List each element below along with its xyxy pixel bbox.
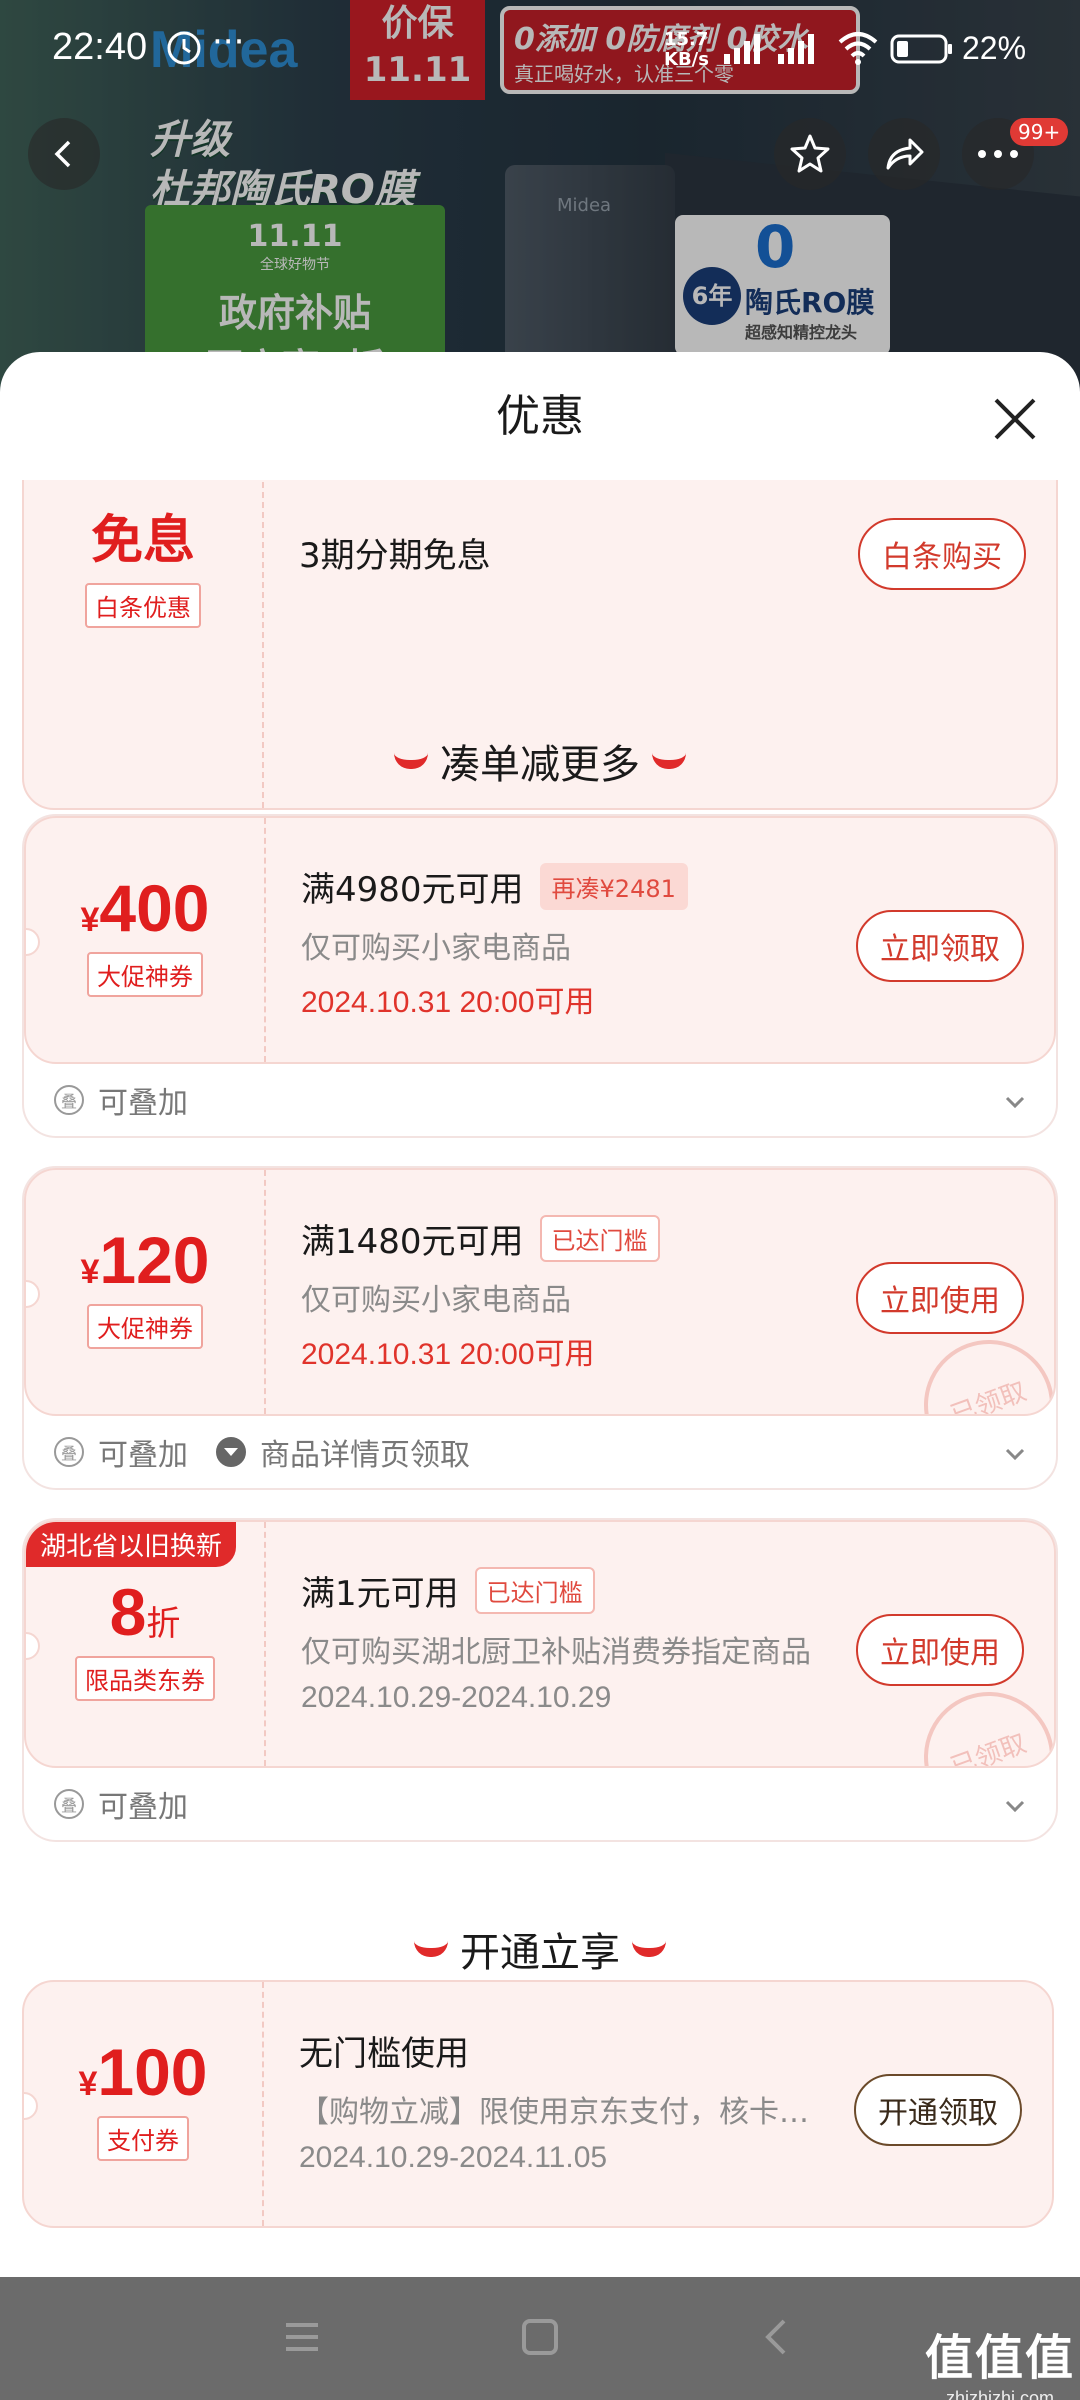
favorite-button[interactable]	[774, 118, 846, 190]
alarm-icon	[166, 30, 202, 70]
use-button[interactable]: 立即使用	[856, 1262, 1024, 1334]
coupon-list[interactable]: 免息 白条优惠 3期分期免息 白条购买 凑单减更多 ¥400 大促神券 满498…	[0, 480, 1080, 2277]
smile-decoration-icon	[394, 753, 428, 769]
coupon-card: ¥100 支付券 无门槛使用 【购物立减】限使用京东支付，核卡… 2024.10…	[22, 1980, 1058, 2228]
coupon-scope: 仅可购买小家电商品	[301, 1283, 571, 1318]
back-button[interactable]	[28, 118, 100, 190]
coupon-scope: 【购物立减】限使用京东支付，核卡…	[299, 2095, 809, 2130]
detail-page-icon	[216, 1437, 246, 1467]
stack-icon: 叠	[54, 1085, 84, 1115]
coupon-scope: 仅可购买湖北厨卫补贴消费券指定商品	[301, 1635, 811, 1670]
section-title-open-enjoy: 开通立享	[0, 1920, 1080, 1978]
back-nav-icon[interactable]	[756, 2317, 796, 2361]
stackable-label: 可叠加	[98, 1790, 188, 1825]
coupon-date: 2024.10.29-2024.11.05	[299, 2141, 608, 2174]
smile-decoration-icon	[632, 1941, 666, 1957]
coupon-date: 2024.10.31 20:00可用	[301, 1338, 595, 1371]
claimed-stamp: 已领取	[905, 1321, 1054, 1414]
coupon-card: 8折 限品类东券 湖北省以旧换新 满1元可用 已达门槛 仅可购买湖北厨卫补贴消费券…	[22, 1518, 1058, 1842]
coupon-footer[interactable]: 叠 可叠加 商品详情页领取	[24, 1416, 1056, 1488]
share-button[interactable]	[868, 118, 940, 190]
claim-button[interactable]: 立即领取	[856, 910, 1024, 982]
more-status-icon: ···	[212, 22, 245, 62]
chevron-left-icon	[54, 140, 71, 168]
stack-icon: 叠	[54, 1789, 84, 1819]
coupon-amount: 8折	[109, 1575, 181, 1649]
smile-decoration-icon	[414, 1941, 448, 1957]
coupon-amount: ¥100	[78, 2035, 208, 2109]
coupon-date: 2024.10.31 20:00可用	[301, 986, 595, 1019]
coupon-footer[interactable]: 叠 可叠加	[24, 1064, 1056, 1136]
coupon-card: ¥120 大促神券 满1480元可用 已达门槛 仅可购买小家电商品 2024.10…	[22, 1166, 1058, 1490]
coupon-tag: 限品类东券	[75, 1656, 215, 1701]
discount-sheet: 优惠 免息 白条优惠 3期分期免息 白条购买 凑单减更多 ¥400 大促神券 满…	[0, 352, 1080, 2277]
signal-icon-1	[722, 30, 766, 70]
stack-icon: 叠	[54, 1437, 84, 1467]
network-speed: 15.7 KB/s	[664, 29, 709, 70]
threshold-reached-pill: 已达门槛	[539, 1215, 660, 1262]
signal-icon-2	[776, 30, 820, 70]
notification-badge: 99+	[1010, 118, 1069, 146]
wifi-icon	[836, 30, 880, 70]
coupon-footer[interactable]: 叠 可叠加	[24, 1768, 1056, 1840]
watermark: 值值值 zhizhizhi.com	[925, 2330, 1076, 2400]
baitiao-desc: 3期分期免息	[299, 536, 491, 576]
trade-in-corner-tag: 湖北省以旧换新	[26, 1522, 237, 1567]
coupon-amount: ¥120	[80, 1223, 210, 1297]
coupon-body: ¥100 支付券 无门槛使用 【购物立减】限使用京东支付，核卡… 2024.10…	[22, 1980, 1054, 2228]
coupon-date: 2024.10.29-2024.10.29	[301, 1681, 612, 1714]
share-icon	[886, 138, 924, 170]
stackable-label: 可叠加	[98, 1438, 188, 1473]
close-icon	[994, 398, 1036, 440]
sheet-title: 优惠	[496, 391, 584, 442]
coupon-scope: 仅可购买小家电商品	[301, 931, 571, 966]
chevron-down-icon[interactable]	[1002, 1792, 1028, 1827]
clock: 22:40	[52, 26, 148, 68]
battery-percent: 22%	[962, 30, 1027, 66]
baitiao-amount: 免息	[90, 511, 195, 571]
claimed-stamp: 已领取	[905, 1673, 1054, 1766]
coupon-condition: 满1元可用	[301, 1574, 459, 1614]
section-title-more-discount: 凑单减更多	[0, 732, 1080, 790]
activate-claim-button[interactable]: 开通领取	[854, 2074, 1022, 2146]
baitiao-buy-button[interactable]: 白条购买	[858, 518, 1026, 590]
detail-page-claim-label: 商品详情页领取	[260, 1438, 470, 1473]
more-dots-icon	[978, 150, 1018, 158]
threshold-reached-pill: 已达门槛	[474, 1567, 595, 1614]
menu-icon[interactable]	[282, 2317, 322, 2361]
battery-icon	[890, 34, 954, 68]
coupon-tag: 大促神券	[87, 1304, 203, 1349]
coupon-tag: 支付券	[97, 2116, 189, 2161]
coupon-amount: ¥400	[80, 871, 210, 945]
close-button[interactable]	[980, 384, 1050, 454]
coupon-gap-pill: 再凑¥2481	[539, 863, 688, 910]
coupon-body: ¥120 大促神券 满1480元可用 已达门槛 仅可购买小家电商品 2024.10…	[24, 1168, 1056, 1416]
smile-decoration-icon	[652, 753, 686, 769]
status-bar: 22:40 ··· 15.7 KB/s 22%	[0, 0, 1080, 100]
system-nav-bar	[0, 2277, 1080, 2400]
coupon-tag: 大促神券	[87, 952, 203, 997]
home-icon[interactable]	[520, 2317, 560, 2361]
chevron-down-icon[interactable]	[1002, 1440, 1028, 1475]
coupon-body: ¥400 大促神券 满4980元可用 再凑¥2481 仅可购买小家电商品 2024…	[24, 816, 1056, 1064]
coupon-condition: 满1480元可用	[301, 1222, 524, 1262]
coupon-card: ¥400 大促神券 满4980元可用 再凑¥2481 仅可购买小家电商品 2024…	[22, 814, 1058, 1138]
coupon-condition: 满4980元可用	[301, 870, 524, 910]
star-icon	[790, 134, 830, 173]
stackable-label: 可叠加	[98, 1086, 188, 1121]
baitiao-tag: 白条优惠	[85, 583, 201, 628]
use-button[interactable]: 立即使用	[856, 1614, 1024, 1686]
coupon-condition: 无门槛使用	[299, 2034, 469, 2074]
coupon-body: 8折 限品类东券 湖北省以旧换新 满1元可用 已达门槛 仅可购买湖北厨卫补贴消费券…	[24, 1520, 1056, 1768]
chevron-down-icon[interactable]	[1002, 1088, 1028, 1123]
